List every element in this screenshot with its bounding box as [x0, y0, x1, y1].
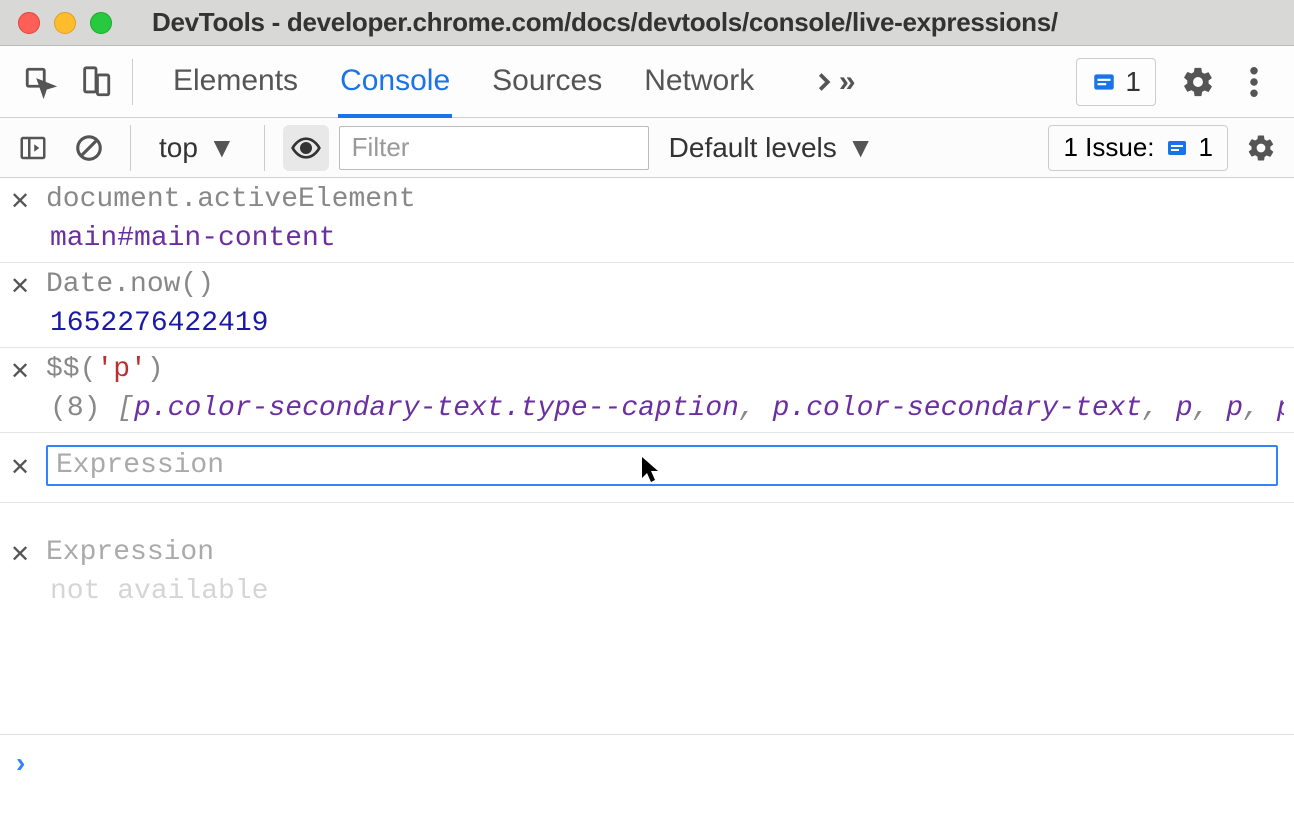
issues-label: 1 Issue: [1063, 132, 1154, 163]
toolbar-divider [132, 59, 133, 105]
live-expression-text[interactable]: Date.now() [46, 269, 214, 300]
live-expression: ✕ [0, 433, 1294, 503]
remove-expression-icon[interactable]: ✕ [10, 540, 30, 570]
live-expression-result[interactable]: (8) [p.color-secondary-text.type--captio… [50, 393, 1284, 424]
prompt-chevron-icon: › [16, 747, 25, 779]
context-selector[interactable]: top ▼ [149, 128, 246, 168]
chevron-down-icon: ▼ [208, 132, 236, 164]
issues-icon [1091, 69, 1117, 95]
console-prompt[interactable]: › [0, 734, 1294, 790]
traffic-lights [18, 12, 112, 34]
panel-tabs: Elements Console Sources Network » [171, 46, 1076, 118]
maximize-window-button[interactable] [90, 12, 112, 34]
live-expression-result: not available [50, 576, 1284, 607]
filter-input[interactable] [339, 126, 649, 170]
live-expression: ✕ Date.now() 1652276422419 [0, 263, 1294, 348]
console-settings-icon[interactable] [1238, 125, 1284, 171]
toolbar-divider [264, 125, 265, 171]
more-options-icon[interactable] [1226, 54, 1282, 110]
devtools-main-toolbar: Elements Console Sources Network » 1 [0, 46, 1294, 118]
issues-counter[interactable]: 1 Issue: 1 [1048, 125, 1228, 171]
tab-elements[interactable]: Elements [171, 46, 300, 118]
clear-console-icon[interactable] [66, 125, 112, 171]
more-tabs-icon[interactable]: » [804, 54, 860, 110]
sidebar-toggle-icon[interactable] [10, 125, 56, 171]
live-expression-text[interactable]: document.activeElement [46, 184, 416, 215]
remove-expression-icon[interactable]: ✕ [10, 187, 30, 217]
window-title: DevTools - developer.chrome.com/docs/dev… [152, 7, 1058, 38]
live-expression-text[interactable]: $$('p') [46, 354, 164, 385]
live-expression-result[interactable]: main#main-content [50, 223, 1284, 254]
device-toolbar-icon[interactable] [68, 54, 124, 110]
remove-expression-icon[interactable]: ✕ [10, 272, 30, 302]
issues-counter-top[interactable]: 1 [1076, 58, 1156, 106]
console-content: ✕ document.activeElement main#main-conte… [0, 178, 1294, 734]
inspect-element-icon[interactable] [12, 54, 68, 110]
toolbar-divider [130, 125, 131, 171]
live-expression: ✕ Expression not available [0, 531, 1294, 615]
settings-icon[interactable] [1170, 54, 1226, 110]
live-expression: ✕ document.activeElement main#main-conte… [0, 178, 1294, 263]
tab-console[interactable]: Console [338, 46, 452, 118]
remove-expression-icon[interactable]: ✕ [10, 453, 30, 483]
live-expression-icon[interactable] [283, 125, 329, 171]
live-expression: ✕ $$('p') (8) [p.color-secondary-text.ty… [0, 348, 1294, 433]
remove-expression-icon[interactable]: ✕ [10, 357, 30, 387]
minimize-window-button[interactable] [54, 12, 76, 34]
live-expression-result[interactable]: 1652276422419 [50, 308, 1284, 339]
issues-count-label: 1 [1125, 66, 1141, 98]
close-window-button[interactable] [18, 12, 40, 34]
footer-blank [0, 790, 1294, 834]
issues-icon [1165, 136, 1189, 160]
tab-network[interactable]: Network [642, 46, 756, 118]
live-expression-input[interactable] [56, 450, 1268, 481]
window-titlebar: DevTools - developer.chrome.com/docs/dev… [0, 0, 1294, 46]
chevron-down-icon: ▼ [847, 132, 875, 164]
log-levels-selector[interactable]: Default levels ▼ [659, 132, 885, 164]
log-levels-label: Default levels [669, 132, 837, 164]
issues-count: 1 [1199, 132, 1213, 163]
tab-sources[interactable]: Sources [490, 46, 604, 118]
console-toolbar: top ▼ Default levels ▼ 1 Issue: 1 [0, 118, 1294, 178]
context-selector-label: top [159, 132, 198, 164]
live-expression-placeholder[interactable]: Expression [46, 537, 214, 568]
